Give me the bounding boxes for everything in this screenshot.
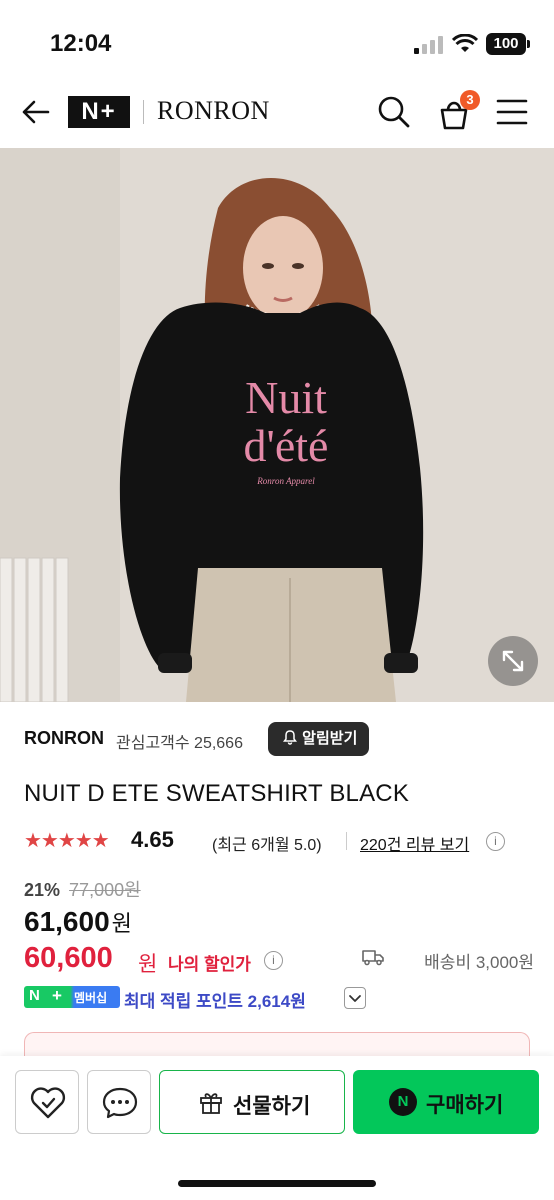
my-price-unit: 원 <box>138 953 158 976</box>
back-arrow-icon[interactable] <box>20 96 52 128</box>
rating-stars-icon: ★★★★★ <box>24 830 110 852</box>
rating-divider <box>346 832 347 850</box>
heart-check-icon <box>30 1087 66 1119</box>
cart-count-badge: 3 <box>460 90 480 110</box>
product-image[interactable]: Nuit d'été Ronron Apparel <box>0 148 554 702</box>
my-price-info-icon[interactable]: i <box>264 951 283 970</box>
signal-icon <box>414 36 443 54</box>
expand-arrows-icon <box>502 650 524 672</box>
search-icon[interactable] <box>376 94 412 130</box>
buy-button[interactable]: N 구매하기 <box>353 1070 539 1134</box>
print-line-2: d'été <box>243 420 329 471</box>
sweatshirt-print: Nuit d'été Ronron Apparel <box>226 372 346 487</box>
status-bar: 12:04 100 <box>0 0 554 80</box>
hamburger-menu-icon[interactable] <box>496 98 528 126</box>
discount-row: 21% 77,000원 <box>24 876 141 902</box>
rating-recent: (최근 6개월 5.0) <box>212 837 322 854</box>
points-expand-button[interactable] <box>344 987 366 1009</box>
truck-icon <box>362 950 384 966</box>
rating-info-icon[interactable]: i <box>486 832 505 851</box>
naver-plus-logo[interactable]: N+ <box>68 96 130 128</box>
sale-price: 61,600원 <box>24 906 132 938</box>
alarm-label: 알림받기 <box>302 730 358 747</box>
expand-image-button[interactable] <box>488 636 538 686</box>
battery-icon: 100 <box>486 33 530 55</box>
bottom-action-bar: 선물하기 N 구매하기 <box>0 1056 554 1200</box>
chat-bubble-icon <box>102 1087 138 1119</box>
my-price-row: 60,600 원 나의 할인가 i 배송비 3,000원 <box>24 942 534 978</box>
discount-percent: 21% <box>24 880 61 900</box>
wifi-icon <box>452 34 478 52</box>
sale-price-value: 61,600 <box>24 906 110 937</box>
buy-label: 구매하기 <box>426 1094 504 1117</box>
store-brand-title[interactable]: RONRON <box>157 96 270 126</box>
print-line-1: Nuit <box>245 372 327 423</box>
gift-icon <box>200 1093 222 1114</box>
bell-plus-icon <box>283 730 297 745</box>
badge-plus: + <box>52 986 62 1005</box>
chevron-down-icon <box>349 995 361 1002</box>
shop-name[interactable]: RONRON <box>24 728 104 749</box>
product-name: NUIT D ETE SWEATSHIRT BLACK <box>24 780 410 807</box>
cart-button[interactable]: 3 <box>434 90 480 132</box>
talk-inquiry-button[interactable] <box>87 1070 151 1134</box>
membership-points-row: N + 멤버십 최대 적립 포인트 2,614원 <box>24 986 534 1011</box>
sale-price-unit: 원 <box>111 911 132 936</box>
rating-score: 4.65 <box>131 827 174 852</box>
header-divider <box>143 100 144 124</box>
original-price: 77,000원 <box>69 880 141 900</box>
favorite-customers-count: 관심고객수 25,666 <box>116 735 243 752</box>
reviews-link[interactable]: 220건 리뷰 보기 <box>360 831 469 855</box>
my-price-value: 60,600 <box>24 942 113 974</box>
app-header: N+ RONRON 3 <box>0 80 554 148</box>
shipping-fee: 배송비 3,000원 <box>424 953 534 972</box>
wishlist-button[interactable] <box>15 1070 79 1134</box>
print-small: Ronron Apparel <box>257 476 315 486</box>
max-points-text: 최대 적립 포인트 2,614원 <box>124 992 306 1011</box>
shop-info-row: RONRON 관심고객수 25,666 알림받기 <box>24 722 534 756</box>
badge-n: N <box>29 987 40 1004</box>
badge-membership-text: 멤버십 <box>74 991 108 1005</box>
gift-label: 선물하기 <box>233 1095 311 1118</box>
my-price-label: 나의 할인가 <box>168 955 251 974</box>
rating-row: ★★★★★ 4.65 (최근 6개월 5.0) 220건 리뷰 보기 i <box>24 826 534 856</box>
alarm-subscribe-button[interactable]: 알림받기 <box>268 722 370 756</box>
status-time: 12:04 <box>50 30 112 57</box>
naver-plus-membership-badge: N + 멤버십 <box>24 986 120 1008</box>
home-indicator <box>178 1180 376 1187</box>
gift-button[interactable]: 선물하기 <box>159 1070 345 1134</box>
naver-pay-icon: N <box>389 1088 417 1116</box>
